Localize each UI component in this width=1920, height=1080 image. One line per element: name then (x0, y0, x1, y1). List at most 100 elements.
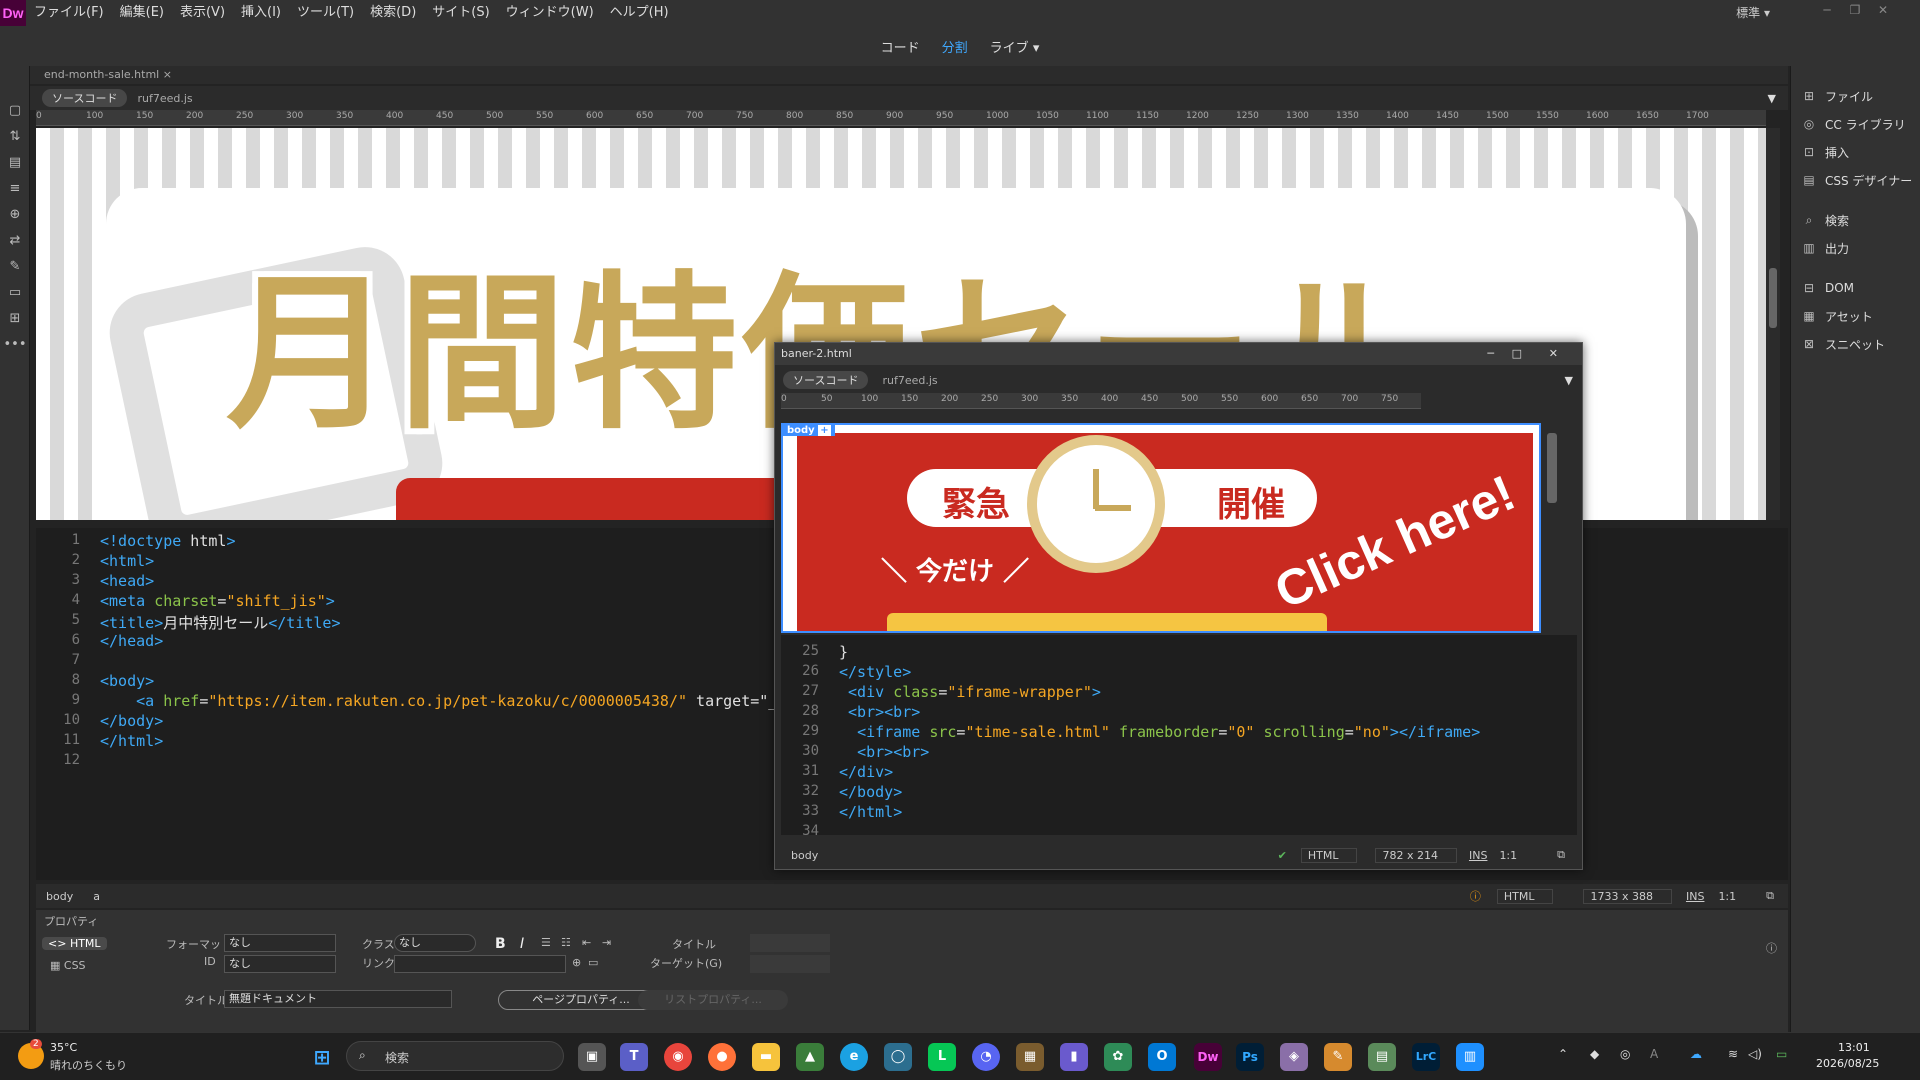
main-code-line[interactable]: <body> (100, 672, 154, 690)
float-window-titlebar[interactable]: baner-2.html ─ □ ✕ (775, 343, 1582, 365)
float-code-line[interactable]: <br><br> (839, 743, 929, 761)
menu-find[interactable]: 検索(D) (362, 0, 424, 26)
onedrive-icon[interactable]: ☁ (1690, 1047, 1702, 1061)
float-code-line[interactable]: </body> (839, 783, 902, 801)
menu-file[interactable]: ファイル(F) (26, 0, 112, 26)
panel-assets[interactable]: ▦ アセット (1791, 302, 1920, 330)
panel-files[interactable]: ⊞ ファイル (1791, 82, 1920, 110)
menu-window[interactable]: ウィンドウ(W) (498, 0, 602, 26)
css-mode-button[interactable]: ▦ CSS (50, 959, 86, 972)
menu-insert[interactable]: 挿入(I) (233, 0, 289, 26)
float-code-line[interactable]: <br><br> (839, 703, 920, 721)
close-tab-icon[interactable]: × (163, 68, 172, 81)
panel-css-designer[interactable]: ▤ CSS デザイナー (1791, 166, 1920, 194)
battery-icon[interactable]: ▭ (1776, 1047, 1787, 1061)
app-icon-1[interactable]: ▲ (796, 1043, 824, 1071)
close-icon[interactable]: ✕ (1870, 0, 1896, 20)
main-code-line[interactable]: <meta charset="shift_jis"> (100, 592, 335, 610)
main-code-line[interactable]: <!doctype html> (100, 532, 235, 550)
clock-date[interactable]: 2026/08/25 (1816, 1057, 1879, 1070)
snippet-icon[interactable]: ⊞ (0, 306, 30, 332)
indent-icon[interactable]: ⇥ (602, 936, 611, 949)
more-icon[interactable]: ••• (0, 332, 30, 358)
float-filter-icon[interactable]: ▼ (1565, 374, 1573, 387)
indent-icon[interactable]: ≡ (0, 176, 30, 202)
float-live-view[interactable]: 緊急 開催 ＼ 今だけ ／ Click here! body + (781, 423, 1541, 633)
panel-snippets[interactable]: ⊠ スニペット (1791, 330, 1920, 358)
title-input[interactable] (750, 934, 830, 952)
main-code-line[interactable]: <title>月中特別セール</title> (100, 612, 340, 633)
float-code-line[interactable]: <div class="iframe-wrapper"> (839, 683, 1101, 701)
menu-site[interactable]: サイト(S) (424, 0, 497, 26)
preview-icon[interactable]: ⧉ (1766, 889, 1774, 903)
network-app-icon[interactable]: ◎ (1620, 1047, 1630, 1061)
app-icon-5[interactable]: ◈ (1280, 1043, 1308, 1071)
menu-edit[interactable]: 編集(E) (112, 0, 172, 26)
float-code-line[interactable]: </div> (839, 763, 893, 781)
point-to-file-icon[interactable]: ⊕ (572, 956, 581, 969)
minimize-icon[interactable]: ─ (1814, 0, 1840, 20)
help-icon[interactable]: ⓘ (1766, 940, 1777, 956)
float-file-tab[interactable]: ruf7eed.js (882, 374, 937, 387)
app-icon-4[interactable]: ✿ (1104, 1043, 1132, 1071)
file-new-icon[interactable]: ▢ (0, 98, 30, 124)
bold-button[interactable]: B (495, 936, 506, 952)
main-code-line[interactable]: <head> (100, 572, 154, 590)
menu-view[interactable]: 表示(V) (172, 0, 233, 26)
class-select[interactable]: なし (394, 934, 476, 952)
outdent-icon[interactable]: ⇤ (582, 936, 591, 949)
view-code-button[interactable]: コード (881, 37, 920, 56)
comment-icon[interactable]: ▭ (0, 280, 30, 306)
float-code-line[interactable]: <iframe src="time-sale.html" frameborder… (839, 723, 1480, 741)
float-preview-icon[interactable]: ⧉ (1557, 848, 1565, 862)
body-tag-badge[interactable]: body + (783, 425, 835, 436)
format-select[interactable]: なし (224, 934, 336, 952)
insert-mode[interactable]: INS (1686, 890, 1704, 903)
float-source-tab[interactable]: ソースコード (783, 371, 869, 389)
float-code-editor[interactable]: 25} 26 </style> 27 <div class="iframe-wrapp… (781, 635, 1577, 835)
workspace-switcher[interactable]: 標準 ▾ (1736, 4, 1770, 21)
taskbar-search[interactable]: ⌕ 検索 (346, 1041, 564, 1071)
main-code-line[interactable]: <a href="https://item.rakuten.co.jp/pet-… (100, 692, 777, 710)
audio-app-icon[interactable]: ▮ (1060, 1043, 1088, 1071)
menu-help[interactable]: ヘルプ(H) (602, 0, 677, 26)
crumb-body[interactable]: body (36, 890, 83, 903)
panel-search[interactable]: ⌕ 検索 (1791, 206, 1920, 234)
discord-icon[interactable]: ◔ (972, 1043, 1000, 1071)
app-icon-3[interactable]: ▦ (1016, 1043, 1044, 1071)
app-icon-6[interactable]: ✎ (1324, 1043, 1352, 1071)
link-input[interactable] (394, 955, 566, 973)
chrome-icon[interactable]: ◉ (664, 1043, 692, 1071)
sort-icon[interactable]: ⇅ (0, 124, 30, 150)
photoshop-icon[interactable]: Ps (1236, 1043, 1264, 1071)
float-live-scrollbar[interactable] (1545, 423, 1559, 633)
float-minimize-icon[interactable]: ─ (1487, 343, 1494, 365)
float-language-select[interactable]: HTML (1300, 847, 1358, 863)
wifi-icon[interactable]: ≋ (1728, 1047, 1738, 1061)
main-code-line[interactable]: </body> (100, 712, 163, 730)
folder-icon[interactable]: ▬ (752, 1043, 780, 1071)
doc-tab[interactable]: end-month-sale.html × (44, 68, 172, 81)
volume-icon[interactable]: ◁) (1748, 1047, 1762, 1061)
list-properties-button[interactable]: リストプロパティ... (638, 990, 788, 1010)
float-insert-mode[interactable]: INS (1469, 849, 1487, 862)
id-select[interactable]: なし (224, 955, 336, 973)
ime-icon[interactable]: A (1650, 1047, 1658, 1061)
clock-time[interactable]: 13:01 (1838, 1041, 1870, 1054)
view-split-button[interactable]: 分割 (942, 37, 968, 56)
task-view-icon[interactable]: ▣ (578, 1043, 606, 1071)
float-code-line[interactable]: </style> (839, 663, 911, 681)
source-code-tab[interactable]: ソースコード (42, 89, 128, 107)
float-maximize-icon[interactable]: □ (1512, 343, 1522, 365)
panel-dom[interactable]: ⊟ DOM (1791, 274, 1920, 302)
view-live-button[interactable]: ライブ ▾ (990, 37, 1040, 56)
float-crumb-body[interactable]: body (781, 849, 828, 862)
notepad-icon[interactable]: ▥ (1456, 1043, 1484, 1071)
related-file-tab[interactable]: ruf7eed.js (137, 92, 192, 105)
wrap-icon[interactable]: ⇄ (0, 228, 30, 254)
ordered-list-icon[interactable]: ☷ (561, 936, 571, 949)
add-element-icon[interactable]: + (818, 425, 831, 436)
unordered-list-icon[interactable]: ☰ (541, 936, 551, 949)
dreamweaver-taskbar-icon[interactable]: Dw (1194, 1043, 1222, 1071)
panel-insert[interactable]: ⊡ 挿入 (1791, 138, 1920, 166)
